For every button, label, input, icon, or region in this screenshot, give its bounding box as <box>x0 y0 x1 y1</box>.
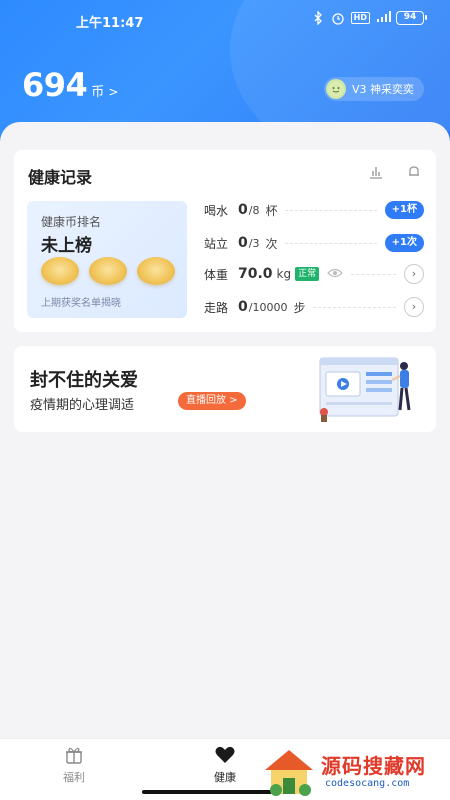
house-logo-icon <box>265 750 313 796</box>
status-time: 上午11:47 <box>76 16 144 31</box>
rank-panel[interactable]: 健康币排名 未上榜 上期获奖名单揭晓 <box>27 201 187 318</box>
record-row-standing: 站立 0 /3 次 +1次 <box>204 231 424 255</box>
divider <box>351 273 396 275</box>
status-bar: 上午11:47 HD 94 <box>0 8 450 32</box>
vip-level-badge[interactable]: V3 神采奕奕 <box>323 77 424 101</box>
divider <box>313 306 396 308</box>
record-unit: 次 <box>265 236 278 251</box>
add-standing-button[interactable]: +1次 <box>384 234 424 252</box>
chevron-right-icon[interactable]: › <box>404 297 424 317</box>
rank-label: 健康币排名 <box>41 215 102 229</box>
gift-icon <box>44 745 104 765</box>
chevron-right-icon[interactable]: › <box>404 264 424 284</box>
watermark-url: codesocang.com <box>325 778 410 789</box>
record-value: 0 <box>238 299 248 315</box>
screen-presenter-illustration <box>319 357 411 422</box>
record-value: 0 <box>238 202 248 218</box>
tab-welfare[interactable]: 福利 <box>44 745 104 785</box>
coin-balance[interactable]: 694 币 > <box>22 66 118 104</box>
record-unit: kg <box>276 267 292 281</box>
live-banner-card[interactable]: 封不住的关爱 疫情期的心理调适 直播回放 > <box>14 346 436 432</box>
rank-footer: 上期获奖名单揭晓 <box>41 298 121 309</box>
eye-icon[interactable] <box>327 267 343 281</box>
bell-icon[interactable] <box>406 164 422 184</box>
watermark: 源码搜藏网 codesocang.com <box>255 742 450 800</box>
health-record-card: 健康记录 健康币排名 未上榜 上期获奖名单揭晓 喝水 0 /8 杯 +1杯 站立… <box>14 150 436 332</box>
coin-count: 694 <box>22 66 88 104</box>
tab-label: 福利 <box>63 771 85 784</box>
alarm-icon <box>331 11 345 25</box>
bar-chart-icon[interactable] <box>368 164 384 184</box>
signal-icon <box>376 11 391 25</box>
record-name: 体重 <box>204 267 229 282</box>
banner-subtitle: 疫情期的心理调适 <box>30 398 135 413</box>
record-row-walking[interactable]: 走路 0 /10000 步 › <box>204 295 424 319</box>
record-name: 走路 <box>204 300 229 315</box>
status-badge: 正常 <box>295 267 320 281</box>
watermark-text: 源码搜藏网 <box>321 754 426 778</box>
record-total: /3 <box>248 236 260 250</box>
card-tools <box>368 164 422 184</box>
bluetooth-icon <box>311 10 325 26</box>
record-name: 喝水 <box>204 203 229 218</box>
banner-title: 封不住的关爱 <box>30 370 138 391</box>
record-total: /8 <box>248 203 260 217</box>
heart-icon <box>195 745 255 765</box>
coin-unit: 币 <box>91 85 105 100</box>
hd-icon: HD <box>350 12 370 24</box>
rank-value: 未上榜 <box>41 236 92 256</box>
divider <box>285 209 377 211</box>
chevron-right-icon: > <box>108 85 119 99</box>
gold-coin-icon <box>137 257 175 285</box>
divider <box>285 242 377 244</box>
live-replay-button[interactable]: 直播回放 > <box>178 392 246 410</box>
record-value: 70.0 <box>238 266 273 282</box>
battery-icon: 94 <box>396 11 427 25</box>
coin-illustration <box>41 257 175 285</box>
record-unit: 步 <box>293 300 306 315</box>
record-name: 站立 <box>204 236 229 251</box>
vip-label: V3 神采奕奕 <box>351 83 414 96</box>
avatar <box>325 79 346 99</box>
tab-health[interactable]: 健康 <box>195 745 255 785</box>
record-row-weight[interactable]: 体重 70.0 kg 正常 › <box>204 262 424 286</box>
record-unit: 杯 <box>265 203 278 218</box>
record-row-water: 喝水 0 /8 杯 +1杯 <box>204 198 424 222</box>
tab-label: 健康 <box>214 771 236 784</box>
gold-coin-icon <box>89 257 127 285</box>
add-water-button[interactable]: +1杯 <box>384 201 424 219</box>
gold-coin-icon <box>41 257 79 285</box>
status-icons: HD 94 <box>311 10 427 26</box>
record-value: 0 <box>238 235 248 251</box>
card-title: 健康记录 <box>28 168 93 187</box>
record-total: /10000 <box>248 300 288 314</box>
